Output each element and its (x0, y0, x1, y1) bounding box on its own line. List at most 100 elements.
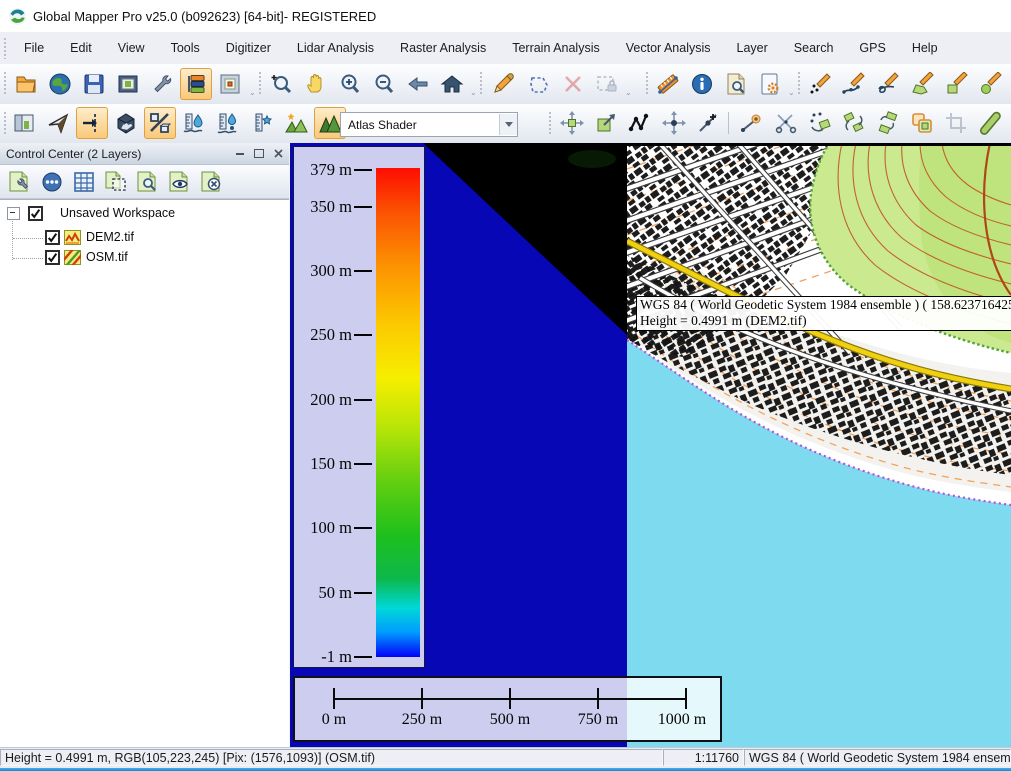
menu-gps[interactable]: GPS (846, 33, 898, 64)
map-view[interactable]: 379 m 350 m 300 m 250 m 200 m 150 m 100 … (290, 143, 1011, 747)
measure-pen-button[interactable] (974, 107, 1006, 139)
edit-vertices-button[interactable] (624, 107, 656, 139)
tree-row-workspace[interactable]: Unsaved Workspace (0, 204, 175, 222)
rotate-points-button[interactable] (804, 107, 836, 139)
pencil-freehand-icon (876, 72, 900, 96)
hand-pan-icon (304, 72, 328, 96)
digitizer-edit-button[interactable] (487, 68, 519, 100)
shader-dropdown-arrow-button[interactable] (499, 114, 517, 135)
measure-tool-button[interactable] (652, 68, 684, 100)
create-area-button[interactable] (906, 68, 938, 100)
control-center-icon (184, 72, 208, 96)
feature-info-button[interactable] (686, 68, 718, 100)
zoom-in-button[interactable] (334, 68, 366, 100)
flood-simulation-button[interactable] (246, 107, 278, 139)
layer-attributes-button[interactable] (68, 168, 100, 196)
toolbar-overflow-chevron[interactable]: ⌄ (470, 88, 477, 97)
control-center-header[interactable]: Control Center (2 Layers) (0, 143, 289, 165)
move-vertex-button[interactable] (658, 107, 690, 139)
menu-terrain-analysis[interactable]: Terrain Analysis (499, 33, 613, 64)
close-layer-button[interactable] (196, 168, 228, 196)
layer-search-button[interactable] (132, 168, 164, 196)
select-features-button[interactable] (523, 68, 555, 100)
tree-row-layer-dem2[interactable]: DEM2.tif (0, 228, 134, 246)
rotate-features-button[interactable] (838, 107, 870, 139)
layer-options-button[interactable] (4, 168, 36, 196)
rotate-points-icon (808, 111, 832, 135)
create-line-button[interactable] (838, 68, 870, 100)
panel-maximize-button[interactable] (251, 147, 267, 161)
layer-visibility-button[interactable] (164, 168, 196, 196)
layer-dem2-checkbox[interactable] (45, 230, 60, 245)
configuration-button[interactable] (146, 68, 178, 100)
full-view-button[interactable] (436, 68, 468, 100)
search-vector-data-button[interactable] (720, 68, 752, 100)
workspace-checkbox[interactable] (28, 206, 43, 221)
pan-tool-button[interactable] (300, 68, 332, 100)
profile-panel-button[interactable] (8, 107, 40, 139)
legend-tick-label: 250 m (296, 325, 352, 345)
overview-map-icon (218, 72, 242, 96)
menu-vector-analysis[interactable]: Vector Analysis (613, 33, 724, 64)
panel-close-button[interactable] (270, 147, 286, 161)
open-file-button[interactable] (10, 68, 42, 100)
panel-minimize-button[interactable] (232, 147, 248, 161)
legend-tick (354, 399, 372, 401)
scale-feature-button[interactable] (590, 107, 622, 139)
menu-layer[interactable]: Layer (724, 33, 781, 64)
attribute-editor-button[interactable] (754, 68, 786, 100)
layer-metadata-button[interactable] (36, 168, 68, 196)
menu-help[interactable]: Help (899, 33, 951, 64)
toolbar-overflow-chevron[interactable]: ⌄ (788, 88, 795, 97)
toolbar-overflow-chevron[interactable]: ⌄ (249, 88, 256, 97)
path-profile-button[interactable] (76, 107, 108, 139)
document-gear-icon (758, 72, 782, 96)
menu-lidar-analysis[interactable]: Lidar Analysis (284, 33, 387, 64)
move-feature-button[interactable] (556, 107, 588, 139)
legend-tick-label: 300 m (296, 261, 352, 281)
menu-file[interactable]: File (11, 33, 57, 64)
menu-view[interactable]: View (105, 33, 158, 64)
shader-dropdown[interactable]: Atlas Shader (340, 112, 518, 137)
move-feature-icon (560, 111, 584, 135)
back-arrow-icon (406, 72, 430, 96)
create-rectangle-button[interactable] (940, 68, 972, 100)
water-level-rise-button[interactable] (178, 107, 210, 139)
watershed-button[interactable] (212, 107, 244, 139)
save-workspace-button[interactable] (78, 68, 110, 100)
add-vertex-button[interactable] (692, 107, 724, 139)
vertex-line-icon (740, 111, 764, 135)
tree-expander-collapse[interactable] (7, 207, 20, 220)
3d-view-button[interactable] (110, 107, 142, 139)
copy-features-button[interactable] (906, 107, 938, 139)
create-point-button[interactable] (804, 68, 836, 100)
open-online-data-button[interactable] (44, 68, 76, 100)
toolbar-overflow-chevron[interactable]: ⌄ (625, 88, 632, 97)
map-layout-button[interactable] (112, 68, 144, 100)
gauge-drop-icon (250, 111, 274, 135)
gps-tracking-button[interactable] (42, 107, 74, 139)
zoom-out-button[interactable] (368, 68, 400, 100)
zoom-to-layer-button[interactable] (100, 168, 132, 196)
create-freehand-button[interactable] (872, 68, 904, 100)
menu-digitizer[interactable]: Digitizer (213, 33, 284, 64)
tree-row-layer-osm[interactable]: OSM.tif (0, 248, 128, 266)
pixel-to-3d-toggle-button[interactable] (144, 107, 176, 139)
scale-tick (421, 688, 423, 709)
control-center-toolbar (0, 165, 289, 199)
daylight-shader-button[interactable] (280, 107, 312, 139)
menu-tools[interactable]: Tools (158, 33, 213, 64)
split-feature-button[interactable] (770, 107, 802, 139)
layer-osm-checkbox[interactable] (45, 250, 60, 265)
menu-edit[interactable]: Edit (57, 33, 105, 64)
menu-search[interactable]: Search (781, 33, 847, 64)
overview-map-button[interactable] (214, 68, 246, 100)
shift-features-button[interactable] (872, 107, 904, 139)
info-icon (690, 72, 714, 96)
menu-raster-analysis[interactable]: Raster Analysis (387, 33, 499, 64)
create-circle-button[interactable] (974, 68, 1006, 100)
control-center-button[interactable] (180, 68, 212, 100)
snap-vertex-button[interactable] (736, 107, 768, 139)
previous-view-button[interactable] (402, 68, 434, 100)
zoom-tool-button[interactable] (266, 68, 298, 100)
